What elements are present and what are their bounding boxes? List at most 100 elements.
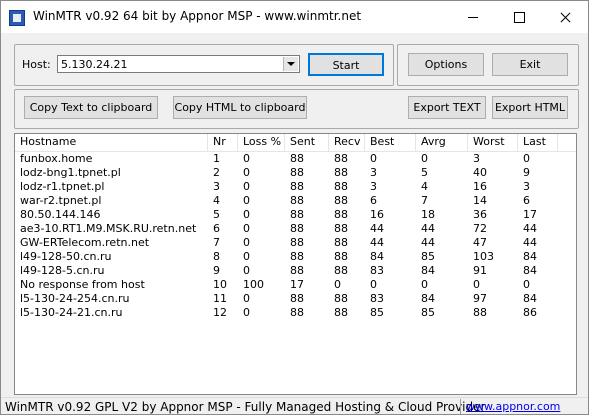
cell-worst: 3	[473, 152, 480, 165]
cell-last: 86	[523, 306, 537, 319]
cell-nr: 9	[213, 264, 220, 277]
cell-sent: 88	[290, 222, 304, 235]
cell-avrg: 0	[421, 152, 428, 165]
title-bar[interactable]: WinMTR v0.92 64 bit by Appnor MSP - www.…	[1, 1, 588, 33]
window-title: WinMTR v0.92 64 bit by Appnor MSP - www.…	[33, 9, 362, 23]
close-button[interactable]	[542, 1, 588, 33]
cell-loss: 0	[243, 250, 250, 263]
cell-recv: 88	[334, 250, 348, 263]
cell-loss: 0	[243, 236, 250, 249]
cell-sent: 88	[290, 166, 304, 179]
cell-sent: 88	[290, 292, 304, 305]
column-header-sent[interactable]: Sent	[285, 134, 329, 151]
cell-best: 0	[370, 152, 377, 165]
table-row[interactable]: l5-130-24-21.cn.ru 12 0 88 88 85 85 88 8…	[15, 306, 576, 320]
cell-avrg: 85	[421, 306, 435, 319]
cell-hostname: lodz-bng1.tpnet.pl	[20, 166, 121, 179]
copy-html-button[interactable]: Copy HTML to clipboard	[173, 96, 307, 119]
column-header-nr[interactable]: Nr	[208, 134, 238, 151]
column-header-recv[interactable]: Recv	[329, 134, 365, 151]
exit-button[interactable]: Exit	[492, 53, 568, 76]
table-row[interactable]: ae3-10.RT1.M9.MSK.RU.retn.net 6 0 88 88 …	[15, 222, 576, 236]
cell-loss: 0	[243, 152, 250, 165]
cell-recv: 0	[334, 278, 341, 291]
cell-last: 44	[523, 236, 537, 249]
cell-loss: 0	[243, 264, 250, 277]
table-row[interactable]: war-r2.tpnet.pl 4 0 88 88 6 7 14 6	[15, 194, 576, 208]
cell-sent: 88	[290, 306, 304, 319]
cell-loss: 0	[243, 166, 250, 179]
cell-sent: 88	[290, 264, 304, 277]
column-header-loss[interactable]: Loss %	[238, 134, 285, 151]
status-text: WinMTR v0.92 GPL V2 by Appnor MSP - Full…	[5, 400, 486, 414]
table-row[interactable]: GW-ERTelecom.retn.net 7 0 88 88 44 44 47…	[15, 236, 576, 250]
export-text-button[interactable]: Export TEXT	[408, 96, 486, 119]
cell-avrg: 84	[421, 292, 435, 305]
host-input[interactable]: 5.130.24.21	[61, 58, 127, 71]
cell-best: 83	[370, 264, 384, 277]
chevron-down-icon[interactable]	[283, 57, 298, 71]
cell-best: 0	[370, 278, 377, 291]
column-header-hostname[interactable]: Hostname	[15, 134, 208, 151]
table-row[interactable]: 80.50.144.146 5 0 88 88 16 18 36 17	[15, 208, 576, 222]
cell-hostname: GW-ERTelecom.retn.net	[20, 236, 150, 249]
minimize-button[interactable]	[450, 1, 496, 33]
cell-nr: 1	[213, 152, 220, 165]
cell-hostname: funbox.home	[20, 152, 93, 165]
cell-avrg: 44	[421, 222, 435, 235]
results-list[interactable]: Hostname Nr Loss % Sent Recv Best Avrg W…	[14, 133, 577, 395]
start-button[interactable]: Start	[308, 53, 384, 76]
column-header-best[interactable]: Best	[365, 134, 416, 151]
column-header-worst[interactable]: Worst	[468, 134, 518, 151]
cell-hostname: l5-130-24-21.cn.ru	[20, 306, 123, 319]
cell-loss: 0	[243, 194, 250, 207]
table-row[interactable]: l49-128-50.cn.ru 8 0 88 88 84 85 103 84	[15, 250, 576, 264]
cell-sent: 88	[290, 180, 304, 193]
cell-best: 83	[370, 292, 384, 305]
cell-recv: 88	[334, 166, 348, 179]
cell-avrg: 18	[421, 208, 435, 221]
table-row[interactable]: l49-128-5.cn.ru 9 0 88 88 83 84 91 84	[15, 264, 576, 278]
cell-best: 3	[370, 166, 377, 179]
cell-recv: 88	[334, 208, 348, 221]
status-bar: WinMTR v0.92 GPL V2 by Appnor MSP - Full…	[1, 397, 588, 414]
cell-last: 17	[523, 208, 537, 221]
table-row[interactable]: lodz-r1.tpnet.pl 3 0 88 88 3 4 16 3	[15, 180, 576, 194]
cell-best: 44	[370, 222, 384, 235]
list-header: Hostname Nr Loss % Sent Recv Best Avrg W…	[15, 134, 576, 152]
cell-worst: 72	[473, 222, 487, 235]
options-button[interactable]: Options	[408, 53, 484, 76]
maximize-button[interactable]	[496, 1, 542, 33]
cell-nr: 5	[213, 208, 220, 221]
cell-last: 0	[523, 152, 530, 165]
cell-hostname: l49-128-50.cn.ru	[20, 250, 112, 263]
cell-last: 84	[523, 292, 537, 305]
cell-last: 44	[523, 222, 537, 235]
cell-hostname: war-r2.tpnet.pl	[20, 194, 102, 207]
cell-last: 3	[523, 180, 530, 193]
export-html-button[interactable]: Export HTML	[492, 96, 568, 119]
table-row[interactable]: funbox.home 1 0 88 88 0 0 3 0	[15, 152, 576, 166]
cell-loss: 0	[243, 222, 250, 235]
cell-worst: 16	[473, 180, 487, 193]
column-header-avrg[interactable]: Avrg	[416, 134, 468, 151]
cell-recv: 88	[334, 222, 348, 235]
table-row[interactable]: lodz-bng1.tpnet.pl 2 0 88 88 3 5 40 9	[15, 166, 576, 180]
cell-last: 6	[523, 194, 530, 207]
table-row[interactable]: No response from host 10 100 17 0 0 0 0 …	[15, 278, 576, 292]
cell-loss: 100	[243, 278, 264, 291]
cell-loss: 0	[243, 292, 250, 305]
copy-text-button[interactable]: Copy Text to clipboard	[24, 96, 158, 119]
cell-avrg: 44	[421, 236, 435, 249]
host-combobox[interactable]: 5.130.24.21	[57, 55, 300, 73]
cell-sent: 88	[290, 194, 304, 207]
table-row[interactable]: l5-130-24-254.cn.ru 11 0 88 88 83 84 97 …	[15, 292, 576, 306]
appnor-link[interactable]: www.appnor.com	[466, 400, 560, 413]
cell-worst: 88	[473, 306, 487, 319]
cell-recv: 88	[334, 236, 348, 249]
cell-hostname: lodz-r1.tpnet.pl	[20, 180, 105, 193]
cell-best: 85	[370, 306, 384, 319]
cell-worst: 36	[473, 208, 487, 221]
cell-worst: 91	[473, 264, 487, 277]
column-header-last[interactable]: Last	[518, 134, 558, 151]
